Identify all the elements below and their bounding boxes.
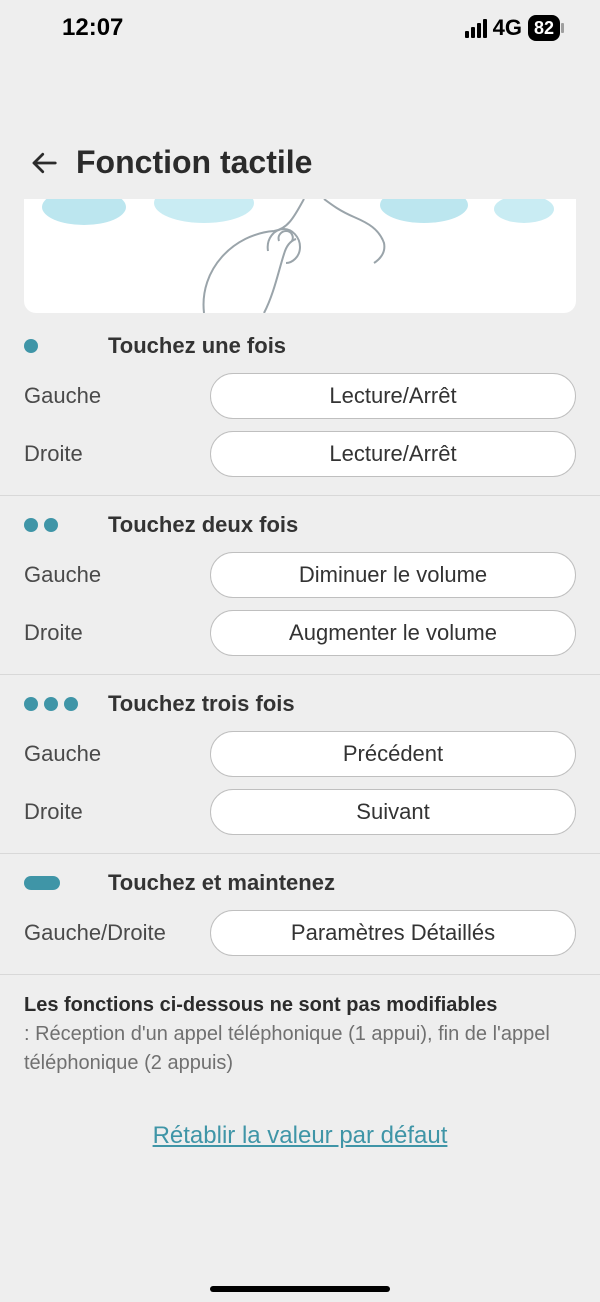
section-title: Touchez deux fois — [108, 512, 298, 538]
touch-hold-icon — [24, 876, 88, 890]
network-label: 4G — [493, 15, 522, 41]
action-selector-tap1-left[interactable]: Lecture/Arrêt — [210, 373, 576, 419]
section-header: Touchez et maintenez — [24, 870, 576, 896]
row-label-right: Droite — [24, 441, 200, 467]
tap-once-icon — [24, 339, 88, 353]
section-header: Touchez deux fois — [24, 512, 576, 538]
status-time: 12:07 — [62, 14, 123, 42]
section-tap-three: Touchez trois fois Gauche Précédent Droi… — [0, 675, 600, 854]
section-title: Touchez et maintenez — [108, 870, 335, 896]
section-title: Touchez trois fois — [108, 691, 295, 717]
row-both: Gauche/Droite Paramètres Détaillés — [24, 910, 576, 956]
action-selector-tap2-right[interactable]: Augmenter le volume — [210, 610, 576, 656]
row-label-left: Gauche — [24, 562, 200, 588]
footer-note-title: Les fonctions ci-dessous ne sont pas mod… — [24, 994, 497, 1016]
status-bar: 12:07 4G 82 — [0, 0, 600, 52]
action-selector-hold[interactable]: Paramètres Détaillés — [210, 910, 576, 956]
cellular-signal-icon — [465, 19, 487, 38]
row-right: Droite Suivant — [24, 789, 576, 835]
illustration-card — [24, 199, 576, 313]
reset-defaults-link[interactable]: Rétablir la valeur par défaut — [0, 1122, 600, 1150]
status-right: 4G 82 — [465, 15, 560, 41]
tap-three-icon — [24, 697, 88, 711]
footer-note: Les fonctions ci-dessous ne sont pas mod… — [0, 975, 600, 1086]
row-label-both: Gauche/Droite — [24, 920, 200, 946]
battery-percent: 82 — [534, 18, 554, 39]
footer-note-sub: : Réception d'un appel téléphonique (1 a… — [24, 1023, 550, 1074]
back-arrow-icon[interactable] — [28, 147, 60, 179]
section-hold: Touchez et maintenez Gauche/Droite Param… — [0, 854, 600, 975]
section-title: Touchez une fois — [108, 333, 286, 359]
battery-indicator: 82 — [528, 15, 560, 41]
action-selector-tap1-right[interactable]: Lecture/Arrêt — [210, 431, 576, 477]
page-header: Fonction tactile — [0, 52, 600, 199]
action-selector-tap3-right[interactable]: Suivant — [210, 789, 576, 835]
action-selector-tap3-left[interactable]: Précédent — [210, 731, 576, 777]
row-right: Droite Augmenter le volume — [24, 610, 576, 656]
row-left: Gauche Précédent — [24, 731, 576, 777]
row-left: Gauche Lecture/Arrêt — [24, 373, 576, 419]
row-label-left: Gauche — [24, 741, 200, 767]
row-label-right: Droite — [24, 620, 200, 646]
section-tap-once: Touchez une fois Gauche Lecture/Arrêt Dr… — [0, 317, 600, 496]
home-indicator[interactable] — [210, 1286, 390, 1292]
row-right: Droite Lecture/Arrêt — [24, 431, 576, 477]
section-header: Touchez une fois — [24, 333, 576, 359]
section-tap-twice: Touchez deux fois Gauche Diminuer le vol… — [0, 496, 600, 675]
section-header: Touchez trois fois — [24, 691, 576, 717]
row-label-left: Gauche — [24, 383, 200, 409]
page-title: Fonction tactile — [76, 144, 312, 181]
row-label-right: Droite — [24, 799, 200, 825]
ear-touch-illustration — [24, 199, 576, 313]
row-left: Gauche Diminuer le volume — [24, 552, 576, 598]
action-selector-tap2-left[interactable]: Diminuer le volume — [210, 552, 576, 598]
tap-twice-icon — [24, 518, 88, 532]
